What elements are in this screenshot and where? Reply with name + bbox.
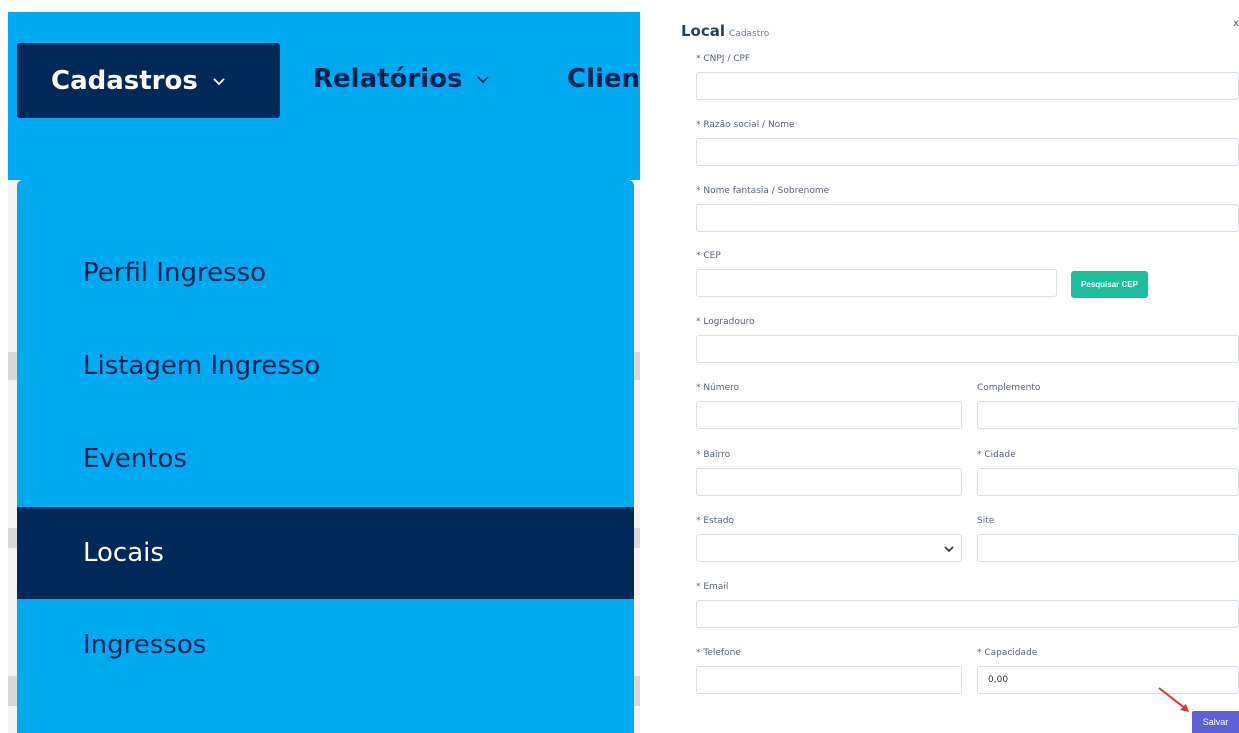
nav-relatorios[interactable]: Relatórios bbox=[313, 64, 490, 94]
nav-clientes-label: Clien bbox=[567, 64, 640, 94]
razao-social-label: * Razão social / Nome bbox=[696, 120, 795, 130]
red-arrow-icon bbox=[1158, 687, 1189, 712]
close-button[interactable]: x bbox=[1233, 18, 1239, 29]
navigation-zoom-panel: Cadastros Relatórios Clien Perfil Ingres… bbox=[0, 0, 640, 733]
menu-item-listagem-ingresso[interactable]: Listagem Ingresso bbox=[17, 320, 634, 412]
telefone-label: * Telefone bbox=[696, 648, 741, 658]
menu-item-locais[interactable]: Locais bbox=[17, 507, 634, 599]
form-title: Local Cadastro bbox=[681, 22, 769, 40]
cnpj-label: * CNPJ / CPF bbox=[696, 54, 751, 64]
cnpj-input[interactable] bbox=[696, 72, 1239, 100]
estado-label: * Estado bbox=[696, 516, 734, 526]
salvar-button[interactable]: Salvar bbox=[1192, 711, 1239, 733]
menu-item-ingressos[interactable]: Ingressos bbox=[17, 599, 634, 691]
cep-label: * CEP bbox=[696, 251, 721, 261]
numero-label: * Número bbox=[696, 383, 740, 393]
nav-clientes[interactable]: Clien bbox=[567, 64, 640, 94]
nome-fantasia-input[interactable] bbox=[696, 204, 1239, 232]
capacidade-label: * Capacidade bbox=[977, 648, 1038, 658]
chevron-down-icon bbox=[477, 76, 490, 84]
site-input[interactable] bbox=[977, 534, 1239, 562]
menu-item-label: Ingressos bbox=[83, 630, 207, 660]
nome-fantasia-label: * Nome fantasia / Sobrenome bbox=[696, 186, 830, 196]
complemento-label: Complemento bbox=[977, 383, 1041, 393]
bairro-input[interactable] bbox=[696, 468, 962, 496]
capacidade-input[interactable] bbox=[977, 666, 1239, 694]
logradouro-label: * Logradouro bbox=[696, 317, 755, 327]
bairro-label: * Bairro bbox=[696, 450, 731, 460]
site-label: Site bbox=[977, 516, 995, 526]
menu-item-perfil-ingresso[interactable]: Perfil Ingresso bbox=[17, 227, 634, 319]
cidade-label: * Cidade bbox=[977, 450, 1016, 460]
logradouro-input[interactable] bbox=[696, 335, 1239, 363]
form-subtitle: Cadastro bbox=[729, 29, 770, 39]
complemento-input[interactable] bbox=[977, 401, 1239, 429]
pesquisar-cep-button[interactable]: Pesquisar CEP bbox=[1071, 271, 1148, 298]
menu-item-label: Listagem Ingresso bbox=[83, 351, 321, 381]
cadastros-dropdown-menu: Perfil Ingresso Listagem Ingresso Evento… bbox=[17, 180, 634, 733]
numero-input[interactable] bbox=[696, 401, 962, 429]
menu-item-eventos[interactable]: Eventos bbox=[17, 413, 634, 505]
local-form-panel: Local Cadastro x * CNPJ / CPF * Razão soc… bbox=[660, 0, 1239, 733]
cidade-input[interactable] bbox=[977, 468, 1239, 496]
email-label: * Email bbox=[696, 582, 729, 592]
nav-relatorios-label: Relatórios bbox=[313, 64, 463, 94]
chevron-down-icon bbox=[213, 77, 225, 85]
menu-item-label: Perfil Ingresso bbox=[83, 258, 267, 288]
nav-cadastros-label: Cadastros bbox=[51, 65, 198, 96]
menu-item-label: Locais bbox=[83, 538, 164, 568]
telefone-input[interactable] bbox=[696, 666, 962, 694]
nav-cadastros[interactable]: Cadastros bbox=[17, 43, 280, 118]
chevron-down-icon bbox=[944, 546, 954, 553]
estado-select[interactable] bbox=[696, 534, 962, 562]
email-input[interactable] bbox=[696, 600, 1239, 628]
form-title-text: Local bbox=[681, 22, 726, 40]
razao-social-input[interactable] bbox=[696, 138, 1239, 166]
cep-input[interactable] bbox=[696, 269, 1057, 297]
menu-item-label: Eventos bbox=[83, 444, 187, 474]
